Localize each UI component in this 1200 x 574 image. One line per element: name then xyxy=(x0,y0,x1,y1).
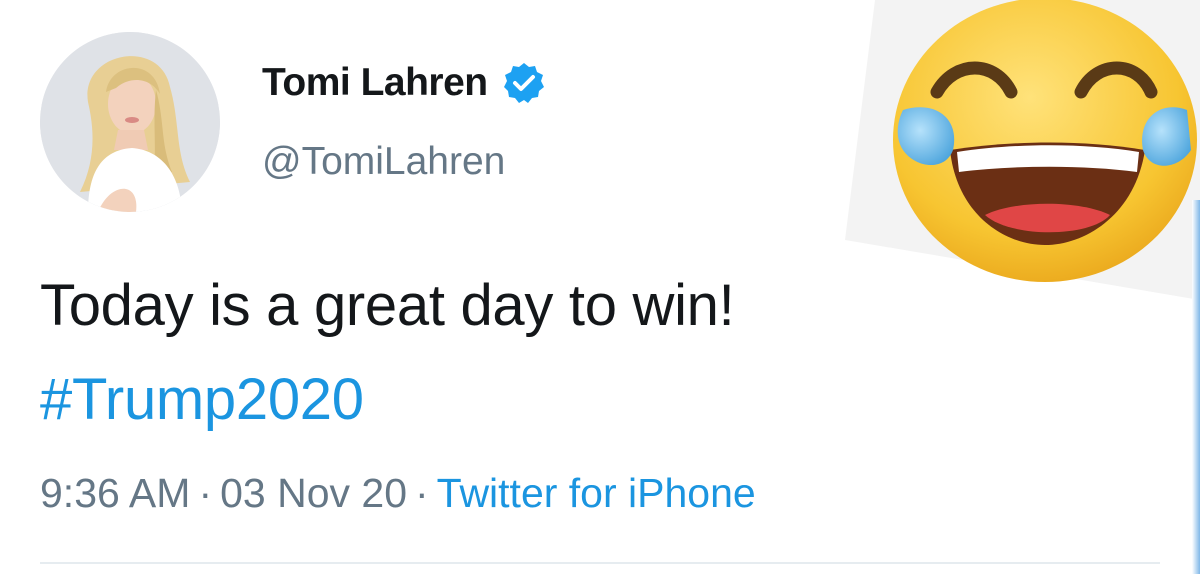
face-with-tears-of-joy-icon xyxy=(845,0,1200,300)
avatar[interactable] xyxy=(40,32,220,212)
emoji-overlay xyxy=(845,0,1200,300)
tweet-text: Today is a great day to win! xyxy=(40,273,735,338)
tweet-time[interactable]: 9:36 AM xyxy=(40,470,190,516)
hashtag-link[interactable]: #Trump2020 xyxy=(40,362,364,438)
divider xyxy=(40,562,1160,564)
edge-strip xyxy=(1192,200,1200,574)
profile-photo xyxy=(40,32,220,212)
meta-separator: · xyxy=(198,470,213,516)
tweet-source-link[interactable]: Twitter for iPhone xyxy=(437,470,756,516)
author-name[interactable]: Tomi Lahren xyxy=(262,61,488,105)
tweet-date[interactable]: 03 Nov 20 xyxy=(220,470,407,516)
verified-badge-icon xyxy=(503,63,544,103)
author-handle[interactable]: @TomiLahren xyxy=(262,140,505,184)
tweet-meta: 9:36 AM · 03 Nov 20 · Twitter for iPhone xyxy=(40,468,756,518)
author-row: Tomi Lahren xyxy=(262,58,546,108)
meta-separator-2: · xyxy=(415,470,429,516)
